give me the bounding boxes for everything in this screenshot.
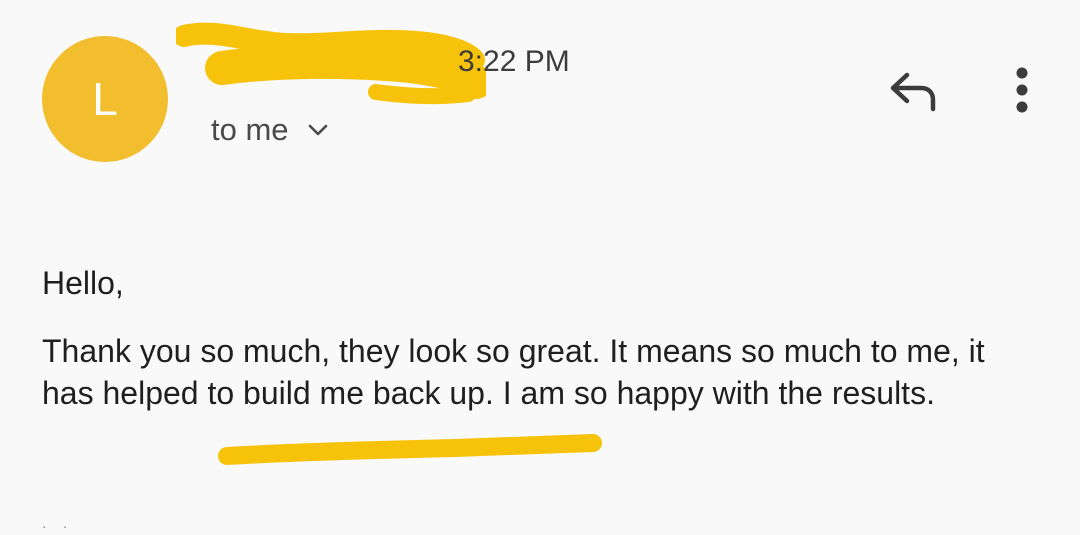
more-options-button[interactable]: [998, 60, 1046, 120]
more-vert-icon: [1016, 67, 1028, 113]
redaction-marker: [176, 22, 486, 105]
message-body: Hello, Thank you so much, they look so g…: [42, 262, 1042, 414]
message-text: Thank you so much, they look so great. I…: [42, 333, 985, 411]
recipient-label: to me: [211, 112, 289, 147]
sender-avatar[interactable]: L: [42, 36, 168, 162]
highlighter-underline: [218, 434, 602, 465]
avatar-letter: L: [92, 73, 118, 125]
message-greeting: Hello,: [42, 265, 124, 301]
reply-arrow-icon: [890, 72, 936, 112]
recipient-details-toggle[interactable]: to me: [211, 112, 329, 148]
message-timestamp: 3:22 PM: [458, 45, 570, 78]
email-message-view: L 3:22 PM to me Hello, Thank you so much…: [0, 0, 1080, 535]
reply-button[interactable]: [882, 64, 944, 118]
trimmed-content-indicator[interactable]: . .: [42, 516, 73, 532]
chevron-down-icon: [307, 119, 329, 141]
